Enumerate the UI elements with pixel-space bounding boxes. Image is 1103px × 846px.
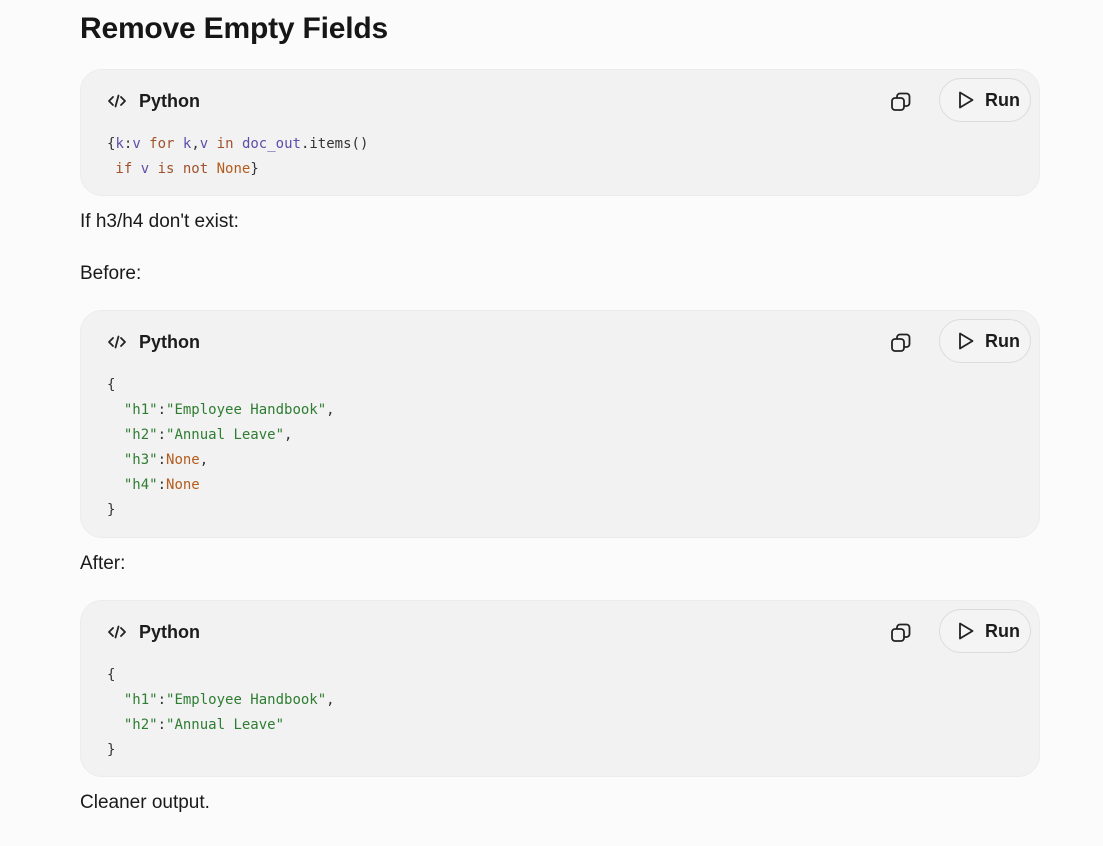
code-line: } bbox=[107, 502, 115, 518]
code-token: , bbox=[191, 136, 200, 152]
language-label: Python bbox=[139, 622, 200, 642]
code-token: "Annual Leave" bbox=[166, 427, 285, 443]
code-token: doc_out bbox=[241, 136, 301, 152]
code-line: "h3":None, bbox=[107, 452, 208, 468]
code-content: { "h1":"Employee Handbook", "h2":"Annual… bbox=[107, 663, 335, 763]
code-token: k bbox=[115, 136, 124, 152]
run-button[interactable]: Run bbox=[939, 319, 1031, 363]
code-icon bbox=[108, 625, 126, 639]
code-token: if bbox=[107, 161, 141, 177]
copy-button[interactable] bbox=[887, 329, 915, 357]
run-button[interactable]: Run bbox=[939, 78, 1031, 122]
code-token: is not bbox=[149, 161, 217, 177]
code-token: , bbox=[326, 402, 335, 418]
code-token: "h2" bbox=[123, 427, 158, 443]
code-block-header: Python Run bbox=[81, 70, 1039, 134]
run-button[interactable]: Run bbox=[939, 609, 1031, 653]
code-block-header: Python Run bbox=[81, 601, 1039, 665]
code-line: { bbox=[107, 667, 115, 683]
language-label: Python bbox=[139, 332, 200, 352]
code-token: v bbox=[140, 161, 150, 177]
code-token: in bbox=[208, 136, 242, 152]
code-block: Python Run { "h1":"Employee Handbook", "… bbox=[80, 310, 1040, 538]
code-icon bbox=[108, 335, 126, 349]
code-line: {k:v for k,v in doc_out.items() bbox=[107, 136, 368, 152]
code-line: } bbox=[107, 742, 115, 758]
code-token: None bbox=[166, 452, 200, 468]
code-token: "h2" bbox=[123, 717, 158, 733]
code-line: "h2":"Annual Leave", bbox=[107, 427, 293, 443]
code-token: : bbox=[157, 452, 167, 468]
code-token: None bbox=[166, 477, 200, 493]
code-token: for bbox=[140, 136, 183, 152]
copy-icon bbox=[891, 92, 911, 111]
copy-icon bbox=[891, 623, 911, 642]
paragraph: If h3/h4 don't exist: bbox=[80, 211, 239, 232]
code-line: if v is not None} bbox=[107, 161, 259, 177]
code-token: , bbox=[199, 452, 209, 468]
page-title: Remove Empty Fields bbox=[80, 12, 388, 45]
copy-button[interactable] bbox=[887, 619, 915, 647]
run-label: Run bbox=[985, 89, 1020, 110]
code-content: { "h1":"Employee Handbook", "h2":"Annual… bbox=[107, 373, 335, 523]
code-token: } bbox=[107, 742, 116, 758]
page: Remove Empty Fields Python Run {k:v for … bbox=[0, 0, 1103, 846]
code-token: : bbox=[157, 692, 167, 708]
code-token: "h3" bbox=[123, 452, 158, 468]
code-line: "h1":"Employee Handbook", bbox=[107, 692, 335, 708]
copy-icon bbox=[891, 333, 911, 352]
code-token: : bbox=[157, 717, 167, 733]
code-token: : bbox=[157, 402, 167, 418]
code-token: , bbox=[284, 427, 293, 443]
code-token: } bbox=[250, 161, 259, 177]
run-label: Run bbox=[985, 620, 1020, 641]
code-token: "h1" bbox=[123, 402, 158, 418]
code-line: { bbox=[107, 377, 115, 393]
code-block: Python Run {k:v for k,v in doc_out.items… bbox=[80, 69, 1040, 196]
code-token: { bbox=[107, 667, 116, 683]
run-label: Run bbox=[985, 330, 1020, 351]
code-token: "Employee Handbook" bbox=[166, 692, 327, 708]
code-token: { bbox=[107, 377, 116, 393]
code-block-header: Python Run bbox=[81, 311, 1039, 375]
copy-button[interactable] bbox=[887, 88, 915, 116]
paragraph: Cleaner output. bbox=[80, 792, 210, 813]
code-token: : bbox=[157, 477, 167, 493]
code-icon bbox=[108, 94, 126, 108]
code-token: : bbox=[157, 427, 167, 443]
code-token: "Employee Handbook" bbox=[166, 402, 327, 418]
paragraph: Before: bbox=[80, 263, 142, 284]
code-token: v bbox=[132, 136, 141, 152]
code-token: "h4" bbox=[123, 477, 158, 493]
code-token: "h1" bbox=[123, 692, 158, 708]
play-icon bbox=[959, 91, 974, 109]
code-token: .items() bbox=[300, 136, 369, 152]
code-line: "h2":"Annual Leave" bbox=[107, 717, 284, 733]
code-block: Python Run { "h1":"Employee Handbook", "… bbox=[80, 600, 1040, 777]
code-token: "Annual Leave" bbox=[166, 717, 285, 733]
code-line: "h4":None bbox=[107, 477, 200, 493]
code-content: {k:v for k,v in doc_out.items() if v is … bbox=[107, 132, 368, 182]
code-token: None bbox=[216, 161, 251, 177]
code-token: } bbox=[107, 502, 116, 518]
code-token: v bbox=[199, 136, 209, 152]
language-label: Python bbox=[139, 91, 200, 111]
paragraph: After: bbox=[80, 553, 126, 574]
play-icon bbox=[959, 332, 974, 350]
code-token: , bbox=[326, 692, 335, 708]
play-icon bbox=[959, 622, 974, 640]
code-line: "h1":"Employee Handbook", bbox=[107, 402, 335, 418]
